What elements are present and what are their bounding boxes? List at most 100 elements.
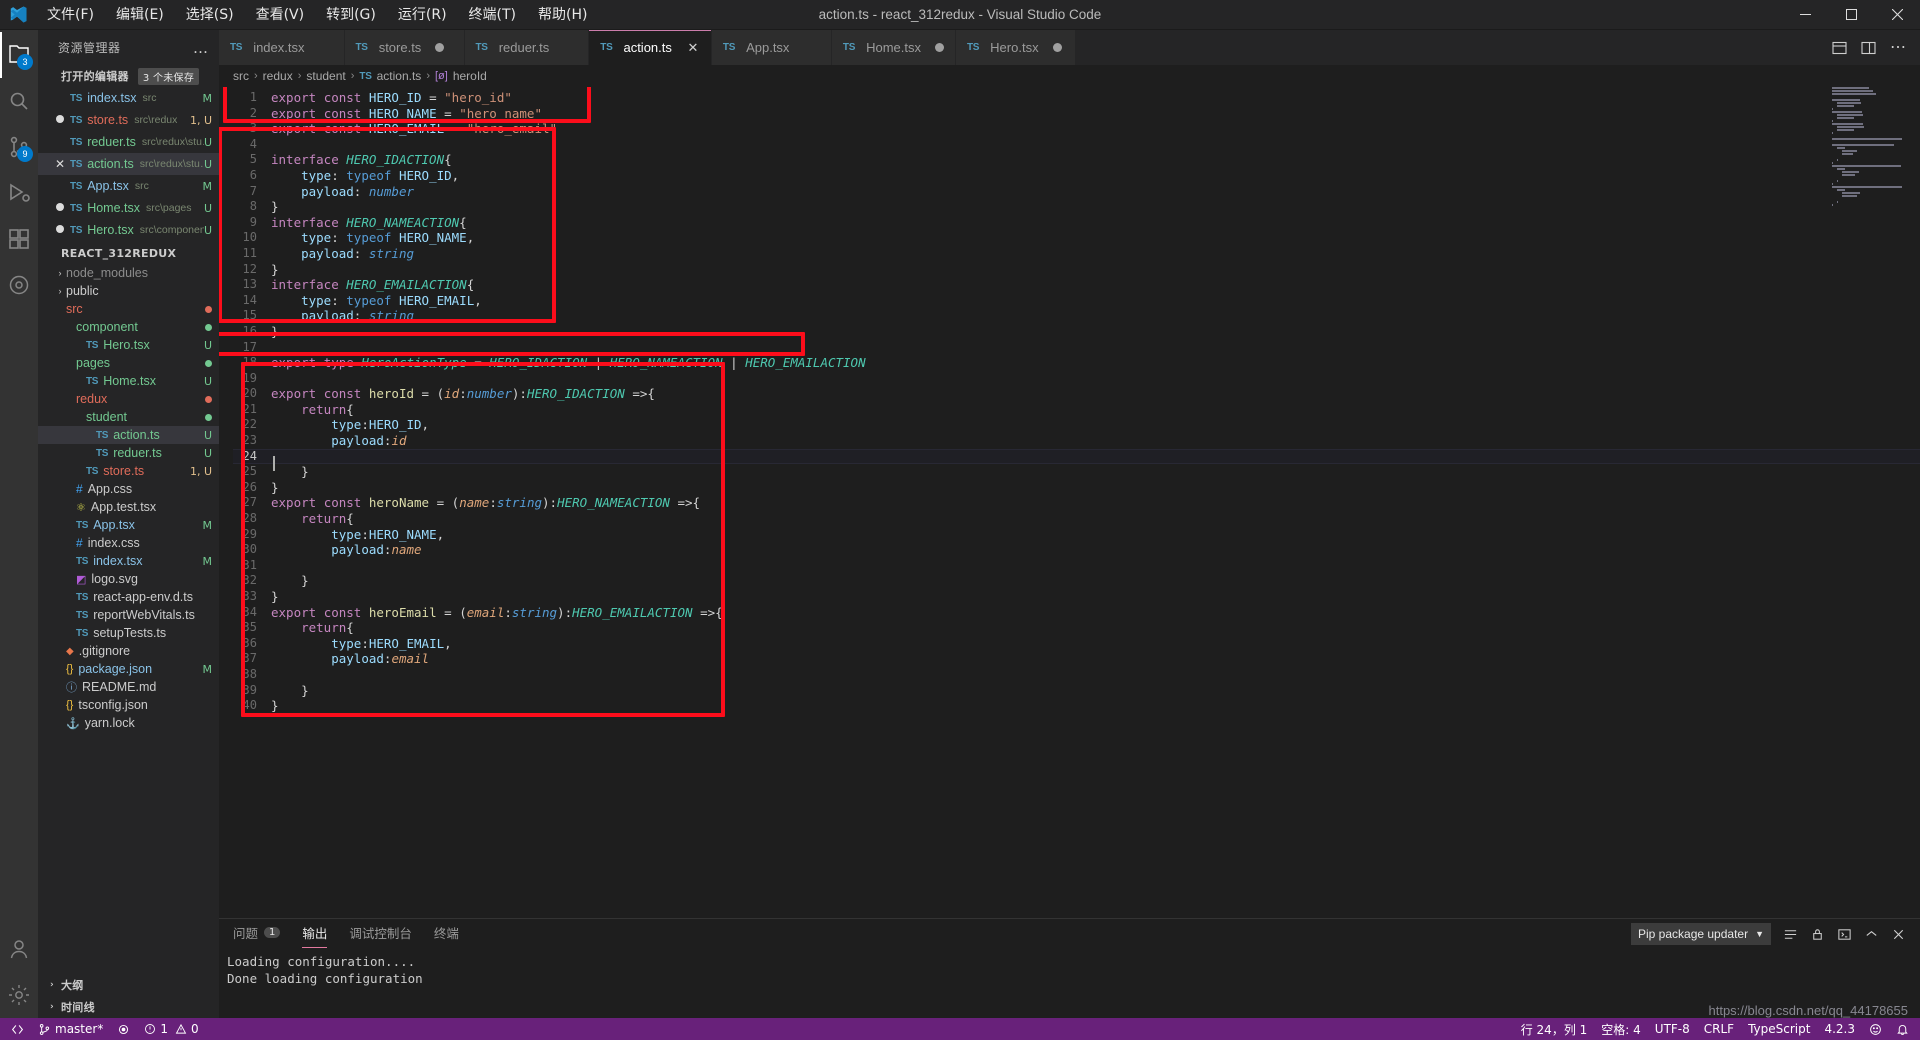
breadcrumb-redux[interactable]: redux [263,69,293,83]
tab-dirty-dot-icon[interactable] [935,43,944,52]
code-line[interactable]: 11 payload: string [233,246,1920,262]
new-terminal-icon[interactable] [1837,927,1852,942]
open-editor-item[interactable]: TS store.ts src\redux 1, U [38,109,219,131]
menu-item-0[interactable]: 文件(F) [36,3,105,27]
tree-item--gitignore[interactable]: ◆ .gitignore [38,642,219,660]
tree-item-package-json[interactable]: {} package.json M [38,660,219,678]
code-line[interactable]: 14 type: typeof HERO_EMAIL, [233,293,1920,309]
code-line[interactable]: 12} [233,262,1920,278]
code-line[interactable]: 27 export const heroName = (name:string):… [233,495,1920,511]
typescript-version[interactable]: 4.2.3 [1817,1018,1862,1040]
tree-item-node-modules[interactable]: › node_modules [38,264,219,282]
tree-item-readme-md[interactable]: ⓘ README.md [38,678,219,696]
project-header[interactable]: ⱟ REACT_312REDUX [38,242,219,264]
tree-item-reportwebvitals-ts[interactable]: TS reportWebVitals.ts [38,606,219,624]
indentation[interactable]: 空格: 4 [1594,1018,1648,1040]
code-line[interactable]: 35 return{ [233,620,1920,636]
tree-item-app-tsx[interactable]: TS App.tsx M [38,516,219,534]
panel-tab-list[interactable]: 问题 1 输出 调试控制台 终端 [233,923,459,946]
code-line[interactable]: 15 payload: string [233,308,1920,324]
tree-item-react-app-env-d-ts[interactable]: TS react-app-env.d.ts [38,588,219,606]
sidebar-more-icon[interactable]: … [193,39,209,57]
tree-item-public[interactable]: › public [38,282,219,300]
tab-reduer-ts[interactable]: TS reduer.ts [465,30,590,65]
code-line[interactable]: 1 export const HERO_ID = "hero_id" [233,90,1920,106]
encoding[interactable]: UTF-8 [1648,1018,1697,1040]
chevron-down-icon[interactable]: ⱟ [64,322,76,332]
tab-Home-tsx[interactable]: TS Home.tsx [832,30,956,65]
open-editor-item[interactable]: TS Hero.tsx src\component U [38,219,219,241]
maximize-panel-icon[interactable] [1864,927,1879,942]
code-line[interactable]: 40} [233,698,1920,714]
breadcrumb[interactable]: src › redux › student › TS action.ts › [… [219,65,1920,87]
tab-store-ts[interactable]: TS store.ts [345,30,465,65]
tab-action-ts[interactable]: TS action.ts ✕ [589,30,712,65]
problems-indicator[interactable]: 1 0 [137,1018,205,1040]
chevron-down-icon[interactable]: ⱟ [64,394,76,404]
code-line[interactable]: 37 payload:email [233,651,1920,667]
cursor-position[interactable]: 行 24，列 1 [1514,1018,1595,1040]
code-line[interactable]: 33} [233,589,1920,605]
output-channel-select[interactable]: Pip package updater ▼ [1631,923,1771,945]
tree-item-reduer-ts[interactable]: TS reduer.ts U [38,444,219,462]
menu-item-5[interactable]: 运行(R) [387,3,458,27]
code-line[interactable]: 16} [233,324,1920,340]
tree-item-component[interactable]: ⱟ component [38,318,219,336]
activity-run-debug-icon[interactable] [0,170,38,216]
chevron-down-icon[interactable]: ⱟ [54,304,66,314]
tree-item-app-test-tsx[interactable]: ⚛ App.test.tsx [38,498,219,516]
code-line[interactable]: 29 type:HERO_NAME, [233,527,1920,543]
tree-item-index-css[interactable]: # index.css [38,534,219,552]
tab-dirty-dot-icon[interactable] [435,43,444,52]
code-line[interactable]: 5 interface HERO_IDACTION{ [233,152,1920,168]
activity-account-icon[interactable] [0,926,38,972]
code-line[interactable]: 2 export const HERO_NAME = "hero_name" [233,106,1920,122]
lock-scroll-icon[interactable] [1810,927,1825,942]
activity-search-icon[interactable] [0,78,38,124]
code-line[interactable]: 26} [233,480,1920,496]
panel-tabs[interactable]: 问题 1 输出 调试控制台 终端 Pip package updater ▼ [219,919,1920,949]
menu-item-1[interactable]: 编辑(E) [105,3,175,27]
feedback-smiley-icon[interactable] [1862,1018,1889,1040]
tree-item-logo-svg[interactable]: ◩ logo.svg [38,570,219,588]
tree-item-store-ts[interactable]: TS store.ts 1, U [38,462,219,480]
panel-tab-终端[interactable]: 终端 [434,923,459,946]
open-editor-item[interactable]: TS App.tsx src M [38,175,219,197]
code-line[interactable]: 25 } [233,464,1920,480]
activity-extensions-icon[interactable] [0,216,38,262]
sync-indicator[interactable] [110,1018,137,1040]
open-editors-list[interactable]: TS index.tsx src M TS store.ts src\redux 1, U TS… [38,87,219,241]
code-editor[interactable]: 1 export const HERO_ID = "hero_id" 2 export… [219,87,1920,918]
breadcrumb-file[interactable]: action.ts [377,69,422,83]
code-line[interactable]: 13 interface HERO_EMAILACTION{ [233,277,1920,293]
vertical-scrollbar[interactable] [1906,87,1920,918]
code-line[interactable]: 7 payload: number [233,184,1920,200]
chevron-down-icon[interactable]: ⱟ [64,358,76,368]
remote-indicator[interactable] [4,1018,31,1040]
code-line[interactable]: 20 export const heroId = (id:number):HERO… [233,386,1920,402]
code-line[interactable]: 38 [233,667,1920,683]
tree-item-hero-tsx[interactable]: TS Hero.tsx U [38,336,219,354]
code-line[interactable]: 3 export const HERO_EMAIL = "hero_email" [233,121,1920,137]
tab-list[interactable]: TS index.tsx TS store.ts TS reduer.ts TS action… [219,30,1076,65]
tree-item-tsconfig-json[interactable]: {} tsconfig.json [38,696,219,714]
tree-item-yarn-lock[interactable]: ⚓ yarn.lock [38,714,219,732]
tree-item-home-tsx[interactable]: TS Home.tsx U [38,372,219,390]
tree-item-app-css[interactable]: # App.css [38,480,219,498]
clear-output-icon[interactable] [1783,927,1798,942]
code-line[interactable]: 34 export const heroEmail = (email:string… [233,605,1920,621]
language-mode[interactable]: TypeScript [1741,1018,1817,1040]
code-line[interactable]: 28 return{ [233,511,1920,527]
tab-close-icon[interactable]: ✕ [686,40,700,56]
maximize-button[interactable] [1828,0,1874,30]
chevron-right-icon[interactable]: › [54,286,66,296]
code-line[interactable]: 36 type:HERO_EMAIL, [233,636,1920,652]
minimap[interactable] [1832,87,1906,918]
code-line[interactable]: 30 payload:name [233,542,1920,558]
open-editor-item[interactable]: TS index.tsx src M [38,87,219,109]
branch-indicator[interactable]: master* [31,1018,110,1040]
code-line[interactable]: 8} [233,199,1920,215]
tree-item-index-tsx[interactable]: TS index.tsx M [38,552,219,570]
activity-beaker-icon[interactable] [0,262,38,308]
code-line[interactable]: 9 interface HERO_NAMEACTION{ [233,215,1920,231]
